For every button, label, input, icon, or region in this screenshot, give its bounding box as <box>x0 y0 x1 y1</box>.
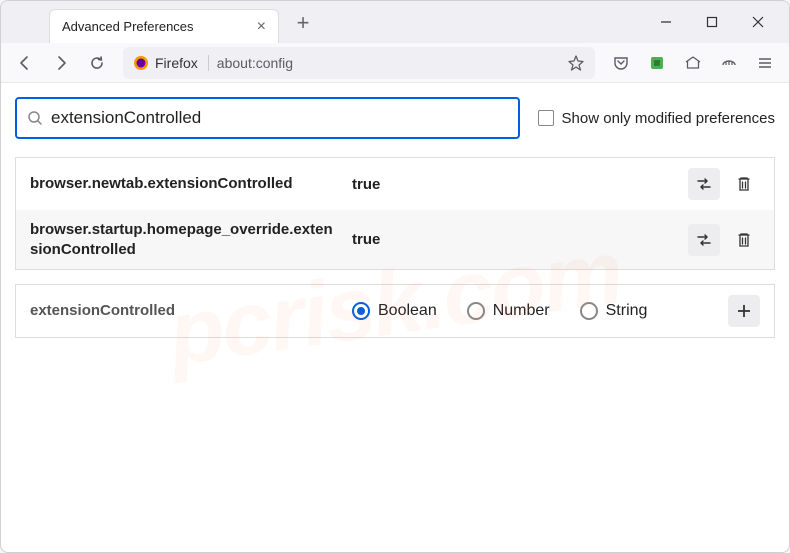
tab-bar: Advanced Preferences × + <box>1 1 789 43</box>
new-pref-name: extensionControlled <box>30 301 340 321</box>
extension-button[interactable] <box>641 47 673 79</box>
radio-icon <box>352 302 370 320</box>
identity-label: Firefox <box>155 55 198 71</box>
checkbox-label: Show only modified preferences <box>562 110 775 127</box>
menu-button[interactable] <box>749 47 781 79</box>
firefox-icon <box>133 55 149 71</box>
new-pref-row-table: extensionControlled Boolean Number Strin… <box>15 284 775 338</box>
close-tab-icon[interactable]: × <box>257 19 266 35</box>
checkbox-icon <box>538 110 554 126</box>
radio-label: Number <box>493 302 550 320</box>
radio-label: String <box>606 302 648 320</box>
url-bar[interactable]: Firefox about:config <box>123 47 595 79</box>
back-button[interactable] <box>9 47 41 79</box>
new-pref-row: extensionControlled Boolean Number Strin… <box>16 285 774 337</box>
radio-icon <box>580 302 598 320</box>
tab-title: Advanced Preferences <box>62 19 194 34</box>
radio-boolean[interactable]: Boolean <box>352 302 437 320</box>
account-button[interactable] <box>677 47 709 79</box>
radio-icon <box>467 302 485 320</box>
search-value: extensionControlled <box>51 108 201 128</box>
add-button[interactable] <box>728 295 760 327</box>
forward-button[interactable] <box>45 47 77 79</box>
type-radio-group: Boolean Number String <box>352 302 716 320</box>
show-modified-toggle[interactable]: Show only modified preferences <box>538 110 775 127</box>
bookmark-star-icon[interactable] <box>567 54 585 72</box>
close-window-button[interactable] <box>735 6 781 38</box>
pref-row: browser.startup.homepage_override.extens… <box>16 210 774 269</box>
pref-name: browser.startup.homepage_override.extens… <box>30 220 340 259</box>
toolbar: Firefox about:config <box>1 43 789 83</box>
search-input[interactable]: extensionControlled <box>15 97 520 139</box>
radio-string[interactable]: String <box>580 302 648 320</box>
toggle-button[interactable] <box>688 168 720 200</box>
delete-button[interactable] <box>728 224 760 256</box>
pref-name: browser.newtab.extensionControlled <box>30 174 340 194</box>
pocket-button[interactable] <box>605 47 637 79</box>
content-area: extensionControlled Show only modified p… <box>1 83 789 352</box>
pref-value: true <box>352 231 676 248</box>
url-text: about:config <box>217 55 559 71</box>
reload-button[interactable] <box>81 47 113 79</box>
site-identity[interactable]: Firefox <box>133 55 209 71</box>
pref-value: true <box>352 176 676 193</box>
new-tab-button[interactable]: + <box>289 9 317 37</box>
pref-row: browser.newtab.extensionControlled true <box>16 158 774 210</box>
window-controls <box>643 1 781 43</box>
radio-label: Boolean <box>378 302 437 320</box>
radio-number[interactable]: Number <box>467 302 550 320</box>
delete-button[interactable] <box>728 168 760 200</box>
browser-tab[interactable]: Advanced Preferences × <box>49 9 279 43</box>
maximize-button[interactable] <box>689 6 735 38</box>
overflow-button[interactable] <box>713 47 745 79</box>
prefs-table: browser.newtab.extensionControlled true … <box>15 157 775 270</box>
toggle-button[interactable] <box>688 224 720 256</box>
minimize-button[interactable] <box>643 6 689 38</box>
search-icon <box>27 110 43 126</box>
